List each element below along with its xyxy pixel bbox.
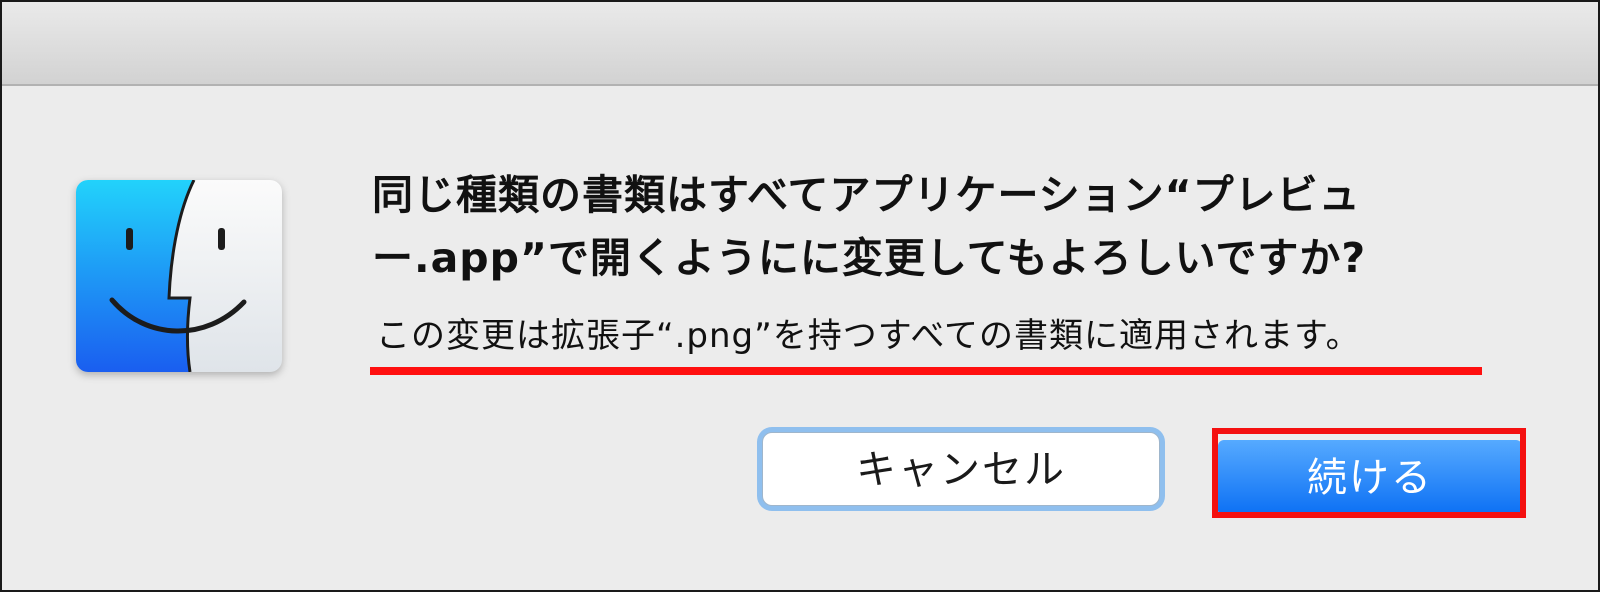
dialog-window: 同じ種類の書類はすべてアプリケーション“プレビュー.app”で開くようにに変更し… bbox=[0, 0, 1600, 592]
finder-icon bbox=[76, 180, 282, 372]
title-bar bbox=[2, 2, 1598, 86]
highlight-box bbox=[1212, 428, 1526, 518]
dialog-body: 同じ種類の書類はすべてアプリケーション“プレビュー.app”で開くようにに変更し… bbox=[2, 86, 1598, 590]
dialog-title: 同じ種類の書類はすべてアプリケーション“プレビュー.app”で開くようにに変更し… bbox=[372, 171, 1367, 282]
dialog-info-text: この変更は拡張子“.png”を持つすべての書類に適用されます。 bbox=[376, 316, 1361, 356]
cancel-button[interactable]: キャンセル bbox=[762, 432, 1160, 506]
highlight-underline bbox=[370, 367, 1482, 375]
